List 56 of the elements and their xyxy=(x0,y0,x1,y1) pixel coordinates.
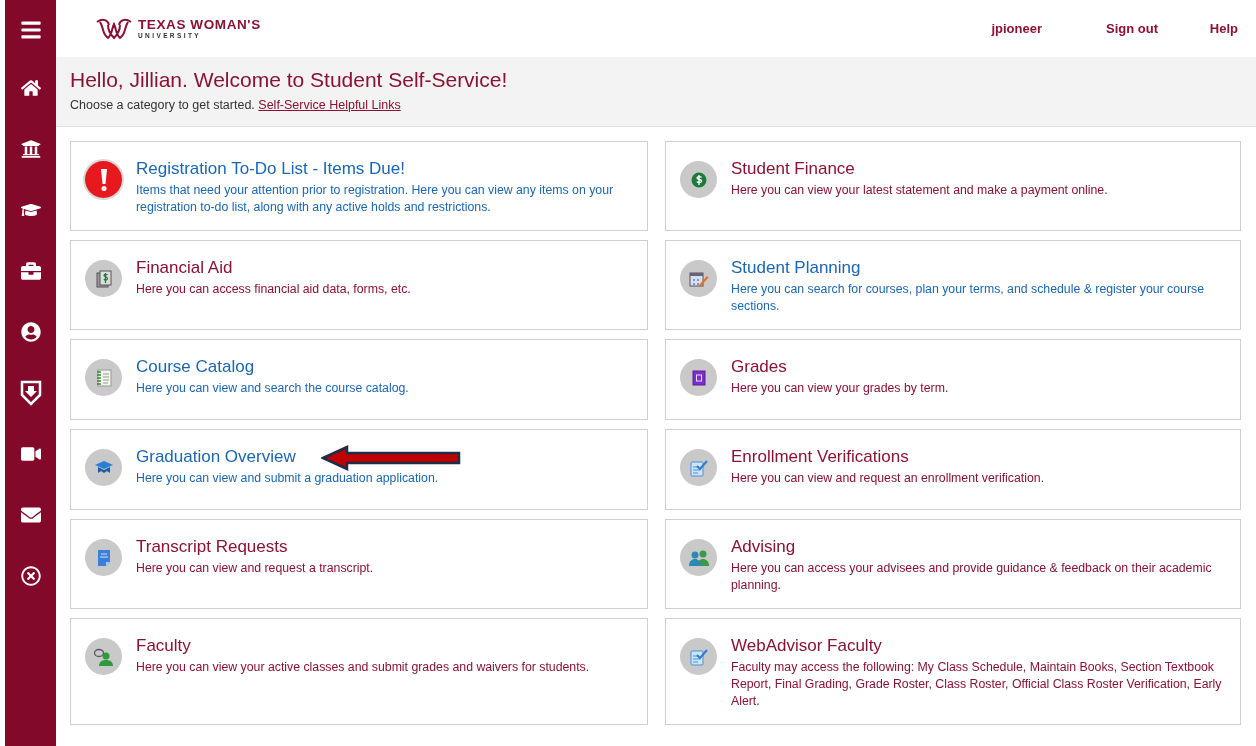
category-title: Financial Aid xyxy=(136,258,234,278)
category-description: Here you can view your latest statement and make a payment online. xyxy=(731,182,1108,199)
welcome-prompt: Choose a category to get started. Self-Service Helpful Links xyxy=(70,98,402,112)
logo-icon xyxy=(96,17,132,40)
category-card[interactable]: Registration To-Do List - Items Due! Items that need your attention prior to registration. Here you can view any items on your registration to-do list, along with any active holds and restrictions. xyxy=(70,141,648,231)
category-description: Faculty may access the following: My Class Schedule, Maintain Books, Section Textbook Report, Final Grading, Grade Roster, Class Roster, Official Class Roster Verification, Early Alert. xyxy=(731,659,1223,710)
category-description: Here you can search for courses, plan your terms, and schedule & register your course sections. xyxy=(731,281,1205,315)
category-card[interactable]: Financial Aid Here you can access financial aid data, forms, etc. xyxy=(70,240,648,330)
people-icon xyxy=(687,549,710,566)
category-card[interactable]: Transcript Requests Here you can view and request a transcript. xyxy=(70,519,648,609)
category-card[interactable]: Course Catalog Here you can view and search the course catalog. xyxy=(70,339,648,420)
category-description: Here you can view your active classes and submit grades and waivers for students. xyxy=(136,659,590,676)
category-description: Here you can view and request an enrollment verification. xyxy=(731,470,1045,487)
category-card[interactable]: Grades Here you can view your grades by term. xyxy=(665,339,1241,420)
category-card[interactable]: Graduation Overview Here you can view and submit a graduation application. xyxy=(70,429,648,510)
category-card[interactable] xyxy=(665,618,1241,725)
category-title: Course Catalog xyxy=(136,357,256,377)
helpful-links-link[interactable]: Self-Service Helpful Links xyxy=(258,98,401,112)
person-speech-icon xyxy=(93,647,114,666)
category-title: Grades xyxy=(731,357,788,377)
money-document-icon xyxy=(95,269,112,288)
header-link[interactable]: jpioneer xyxy=(830,21,1042,36)
category-title: Graduation Overview xyxy=(136,447,297,467)
category-description: Items that need your attention prior to registration. Here you can view any items on your registration to-do list, along with any active holds and restrictions. xyxy=(136,182,615,216)
category-card[interactable]: Faculty Here you can view your active classes and submit grades and waivers for students. xyxy=(70,618,648,725)
logo-name: TEXAS WOMAN'S xyxy=(138,17,261,31)
category-description: Here you can access your advisees and provide guidance & feedback on their academic planning. xyxy=(731,560,1213,594)
welcome-title: Hello, Jillian. Welcome to Student Self-Service! xyxy=(70,68,509,92)
dollar-coin-icon xyxy=(690,171,707,188)
category-title: Enrollment Verifications xyxy=(731,447,910,467)
category-title: Transcript Requests xyxy=(136,537,289,557)
category-card[interactable]: Student Finance Here you can view your latest statement and make a payment online. xyxy=(665,141,1241,231)
category-title: Registration To-Do List - Items Due! xyxy=(136,159,406,179)
category-description: Here you can view your grades by term. xyxy=(731,380,949,397)
graduation-cap-icon xyxy=(94,460,113,475)
category-description: Here you can view and search the course catalog. xyxy=(136,380,409,397)
grade-book-icon xyxy=(691,369,706,386)
category-card[interactable]: Enrollment Verifications Here you can view and request an enrollment verification. xyxy=(665,429,1241,510)
exclamation-icon xyxy=(99,167,108,192)
category-description: Here you can view and request a transcript. xyxy=(136,560,374,577)
category-card[interactable]: Advising Here you can access your advisees and provide guidance & feedback on their academic planning. xyxy=(665,519,1241,609)
category-title: WebAdvisor Faculty xyxy=(731,636,883,656)
checklist-icon xyxy=(689,458,708,477)
notebook-icon xyxy=(95,368,112,387)
category-title: Advising xyxy=(731,537,797,557)
header-link[interactable]: Sign out xyxy=(1042,21,1158,36)
category-description: Here you can access financial aid data, forms, etc. xyxy=(136,281,411,298)
header-link[interactable]: Help xyxy=(1158,21,1238,36)
calendar-pencil-icon xyxy=(688,269,709,288)
document-icon xyxy=(96,548,111,567)
category-description: Here you can view and submit a graduation application. xyxy=(136,470,439,487)
category-title: Student Finance xyxy=(731,159,856,179)
checklist-icon xyxy=(689,647,708,666)
category-card[interactable]: Student Planning Here you can search for courses, plan your terms, and schedule & register your course sections. xyxy=(665,240,1241,330)
category-title: Student Planning xyxy=(731,258,862,278)
category-title: Faculty xyxy=(136,636,192,656)
